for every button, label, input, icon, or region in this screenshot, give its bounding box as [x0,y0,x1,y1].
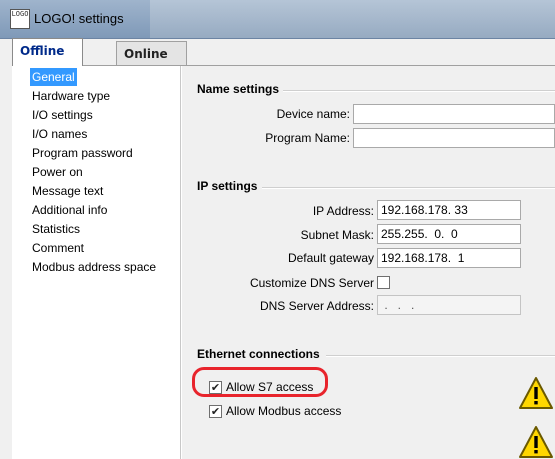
divider [283,90,555,92]
nav-item-comment[interactable]: Comment [30,239,86,257]
nav-item-modbus-address-space[interactable]: Modbus address space [30,258,158,276]
customize-dns-label: Customize DNS Server [249,276,374,290]
nav-item-additional-info[interactable]: Additional info [30,201,109,219]
dns-server-address-label: DNS Server Address: [259,299,374,313]
device-name-label: Device name: [276,107,350,121]
program-name-label: Program Name: [265,131,350,145]
nav-item-io-names[interactable]: I/O names [30,125,89,143]
nav-item-hardware-type[interactable]: Hardware type [30,87,112,105]
default-gateway-label: Default gateway [287,251,374,265]
background-window-strip [150,0,555,38]
tab-online-settings[interactable]: Online settings [116,41,188,85]
warning-triangle-icon [519,377,553,409]
logo-app-icon: LOGO [10,9,30,29]
nav-item-message-text[interactable]: Message text [30,182,105,200]
allow-modbus-label: Allow Modbus access [226,404,342,418]
program-name-field[interactable] [353,128,555,148]
name-settings-title: Name settings [197,82,280,96]
subnet-mask-field[interactable] [377,224,521,244]
warning-triangle-icon [519,426,553,458]
customize-dns-checkbox[interactable] [377,276,390,289]
nav-item-io-settings[interactable]: I/O settings [30,106,95,124]
ip-address-field[interactable] [377,200,521,220]
title-bar: LOGO LOGO! settings [0,0,555,39]
allow-modbus-checkbox[interactable]: ✔ [209,405,222,418]
window-title: LOGO! settings [34,11,124,26]
dns-server-address-field[interactable] [377,295,521,315]
ethernet-connections-title: Ethernet connections [197,347,320,361]
divider [326,355,555,357]
subnet-mask-label: Subnet Mask: [300,228,374,242]
tab-offline-settings[interactable]: Offline settings [12,38,84,82]
default-gateway-field[interactable] [377,248,521,268]
nav-item-general[interactable]: General [30,68,77,86]
divider [262,187,555,189]
device-name-field[interactable] [353,104,555,124]
red-highlight-annotation [192,367,328,397]
nav-item-program-password[interactable]: Program password [30,144,135,162]
nav-item-power-on[interactable]: Power on [30,163,85,181]
nav-item-statistics[interactable]: Statistics [30,220,82,238]
ip-address-label: IP Address: [312,204,374,218]
ip-settings-title: IP settings [197,179,258,193]
settings-nav-list: General Hardware type I/O settings I/O n… [15,66,181,459]
